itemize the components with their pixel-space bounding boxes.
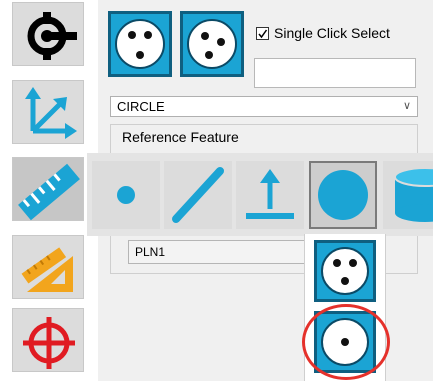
ruler-icon xyxy=(18,163,80,221)
circle-three-points-option[interactable] xyxy=(314,240,376,302)
reference-plane-value: PLN1 xyxy=(135,245,166,259)
probe-head-button[interactable] xyxy=(12,2,84,66)
circle-center-point-icon xyxy=(321,318,369,366)
circle-three-points-icon xyxy=(115,19,165,69)
target-button[interactable] xyxy=(12,308,84,372)
feature-type-value: CIRCLE xyxy=(117,99,165,114)
single-click-select-option[interactable]: Single Click Select xyxy=(256,24,390,42)
tool-sidebar xyxy=(0,0,98,381)
feature-type-select[interactable]: CIRCLE ∨ xyxy=(110,96,418,117)
circle-center-point-option[interactable] xyxy=(314,311,376,373)
plane-feature-button[interactable] xyxy=(236,161,304,229)
probe-icon xyxy=(27,12,77,60)
circle-three-points-icon xyxy=(187,19,237,69)
circle-auto-mode-button[interactable] xyxy=(180,11,244,77)
circle-three-points-icon xyxy=(321,247,369,295)
circle-feature-button[interactable] xyxy=(309,161,377,229)
axes-icon xyxy=(25,87,77,139)
reference-plane-select[interactable]: PLN1 xyxy=(128,240,308,264)
reference-feature-title: Reference Feature xyxy=(120,129,241,145)
construct-button[interactable] xyxy=(12,235,84,299)
point-icon xyxy=(117,186,135,204)
plane-icon xyxy=(246,169,294,219)
single-click-label: Single Click Select xyxy=(274,25,390,41)
line-feature-button[interactable] xyxy=(164,161,232,229)
circle-icon xyxy=(318,170,368,220)
measure-button[interactable] xyxy=(12,157,84,221)
chevron-down-icon: ∨ xyxy=(402,100,411,112)
crosshair-icon xyxy=(23,317,75,369)
circle-contact-mode-button[interactable] xyxy=(108,11,172,77)
coordinate-system-button[interactable] xyxy=(12,80,84,144)
single-click-checkbox[interactable] xyxy=(256,26,269,40)
drafting-icon xyxy=(21,247,73,292)
cylinder-icon xyxy=(394,167,433,222)
line-icon xyxy=(172,167,224,223)
cylinder-feature-button[interactable] xyxy=(383,161,433,229)
value-input[interactable] xyxy=(254,58,416,88)
point-feature-button[interactable] xyxy=(92,161,160,229)
checkmark-icon xyxy=(258,29,268,38)
